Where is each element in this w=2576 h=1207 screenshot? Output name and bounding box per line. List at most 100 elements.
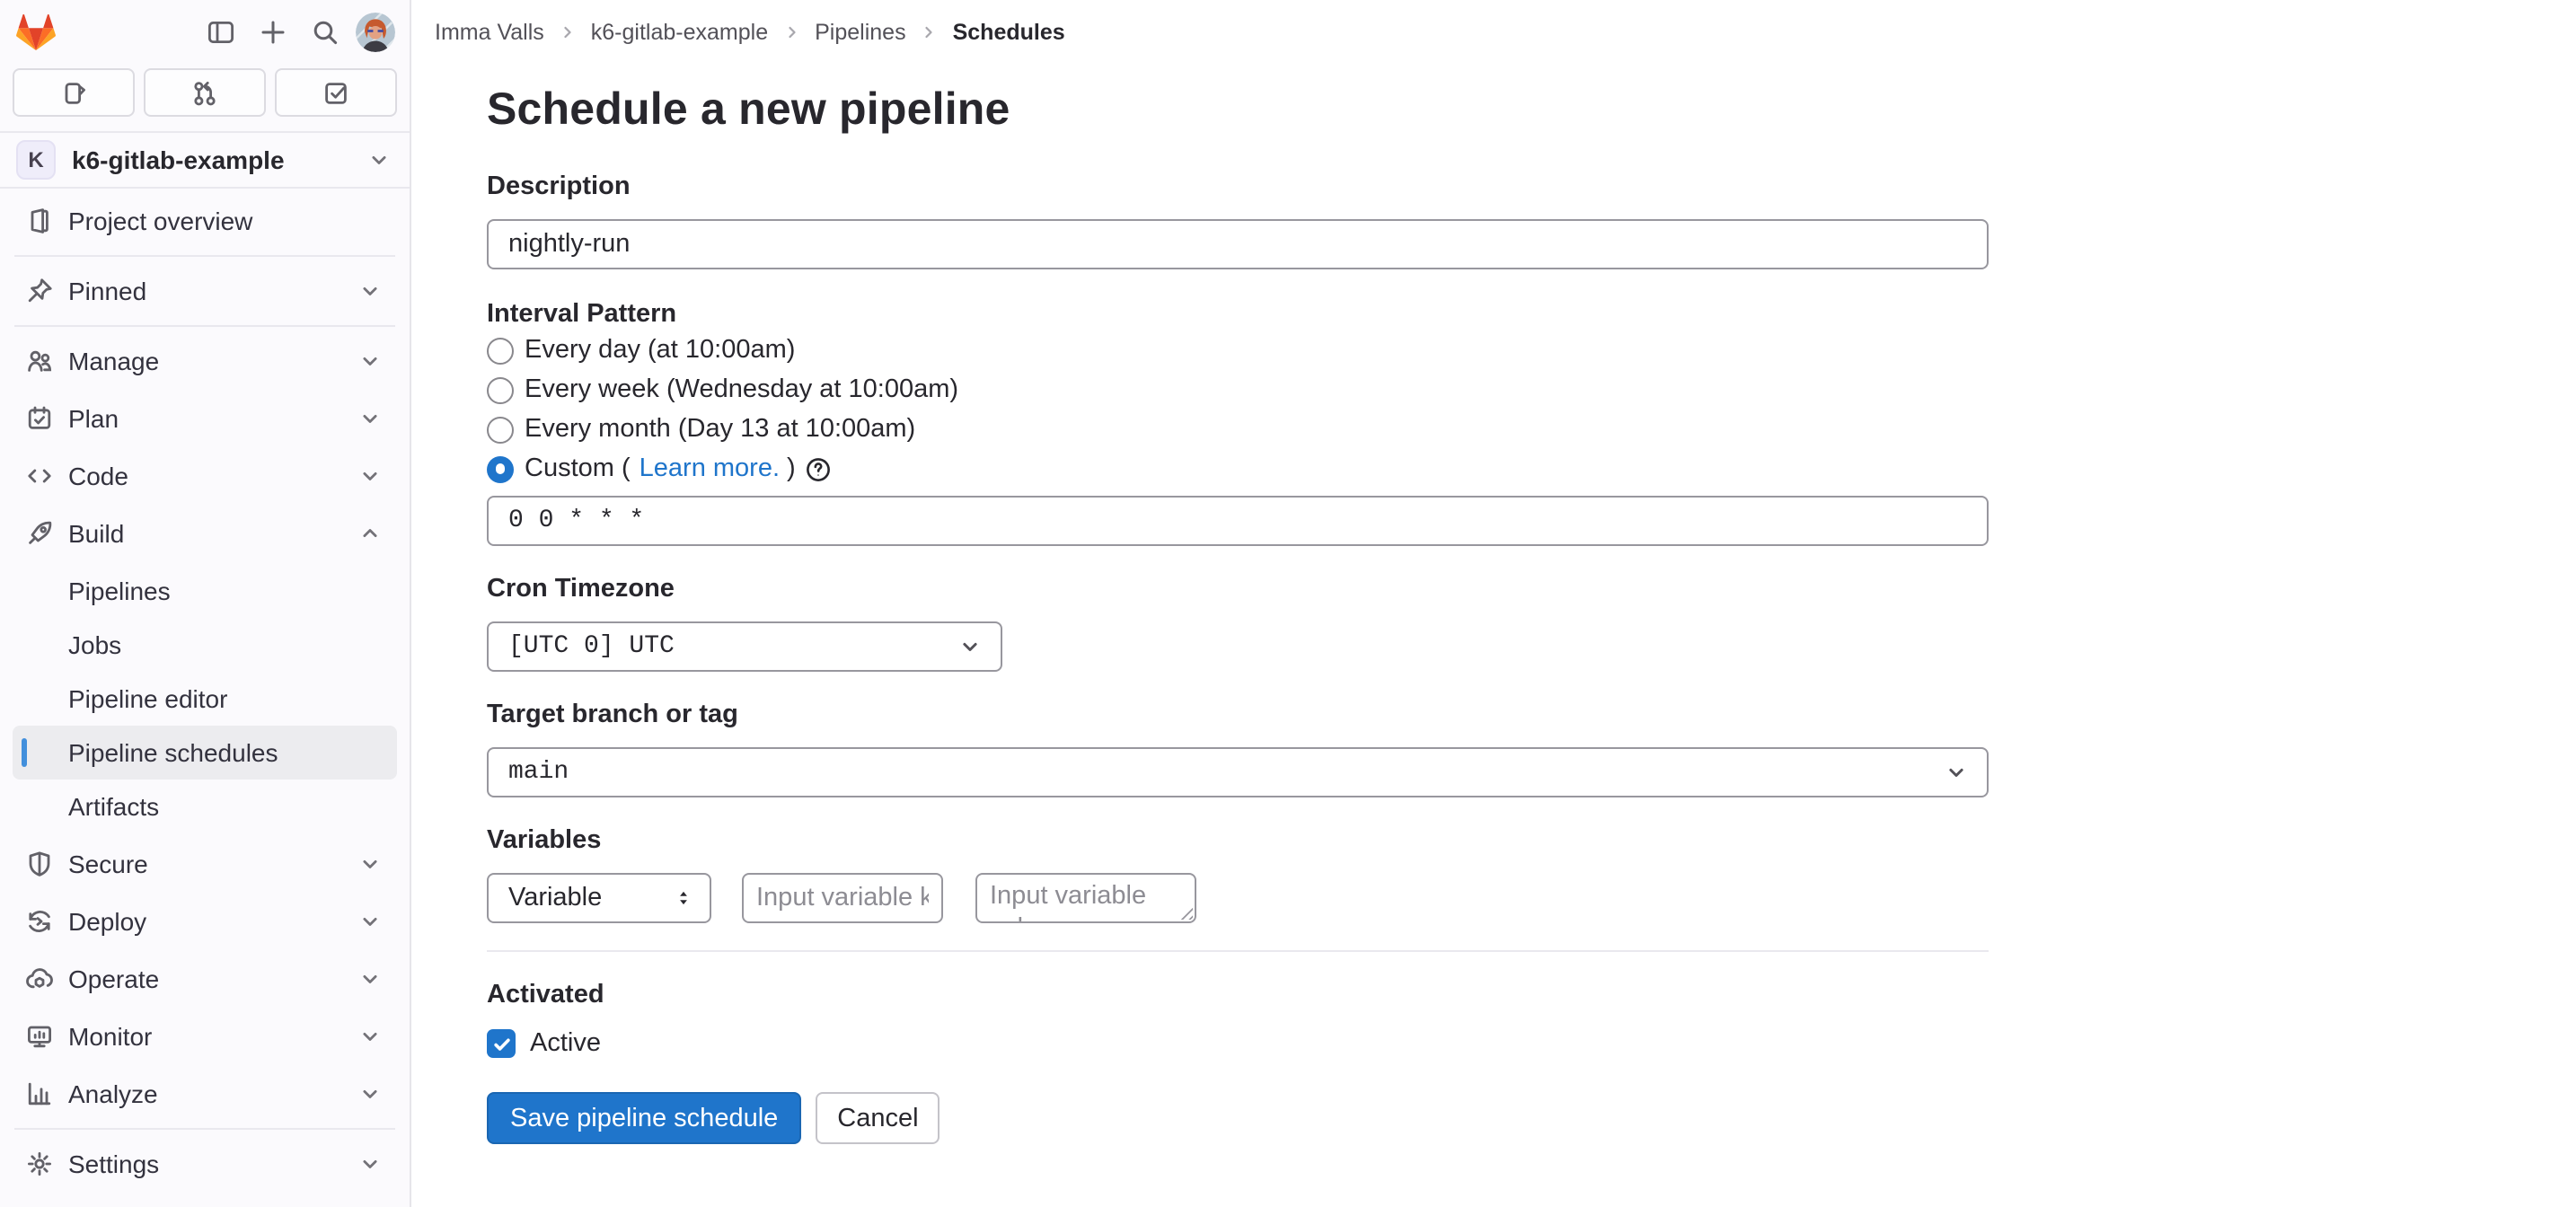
- cron-timezone-dropdown[interactable]: [UTC 0] UTC: [487, 621, 1002, 672]
- project-name: k6-gitlab-example: [72, 145, 285, 174]
- sidebar-item-analyze[interactable]: Analyze: [13, 1065, 397, 1123]
- sidebar-menu: Project overview Pinned: [0, 189, 410, 1193]
- project-context-switcher[interactable]: K k6-gitlab-example: [0, 133, 410, 189]
- description-label: Description: [487, 172, 1989, 203]
- chevron-down-icon: [357, 348, 383, 374]
- plus-icon: [259, 18, 287, 47]
- schedule-form: Schedule a new pipeline Description Inte…: [487, 0, 1989, 1144]
- create-new-button[interactable]: [251, 11, 295, 54]
- radio-every-week[interactable]: [487, 376, 514, 403]
- up-down-icon: [672, 885, 695, 911]
- radio-every-month[interactable]: [487, 416, 514, 443]
- sidebar-item-label: Build: [68, 519, 124, 548]
- rocket-icon: [25, 519, 54, 548]
- build-submenu: Pipelines Jobs Pipeline editor Pipeline …: [13, 564, 397, 833]
- sidebar-item-label: Project overview: [68, 207, 252, 235]
- project-overview-icon: [25, 207, 54, 235]
- cron-pattern-input[interactable]: [487, 496, 1989, 546]
- sidebar-item-label: Settings: [68, 1150, 159, 1178]
- todo-check-icon: [322, 78, 350, 107]
- variables-label: Variables: [487, 826, 1989, 857]
- sidebar-item-label: Pipelines: [68, 577, 171, 605]
- chevron-down-icon: [357, 1024, 383, 1049]
- sidebar-header: [0, 0, 410, 56]
- variable-row: Variable: [487, 873, 1989, 923]
- page-title: Schedule a new pipeline: [487, 81, 1989, 140]
- issues-icon: [59, 78, 88, 107]
- save-pipeline-schedule-button[interactable]: Save pipeline schedule: [487, 1092, 801, 1144]
- variable-key-input[interactable]: [742, 873, 943, 923]
- divider: [14, 325, 395, 327]
- interval-option-monthly: Every month (Day 13 at 10:00am): [487, 410, 1989, 449]
- sidebar-item-pipeline-editor[interactable]: Pipeline editor: [13, 672, 397, 726]
- users-icon: [25, 347, 54, 375]
- sidebar-toggle-button[interactable]: [199, 11, 243, 54]
- sidebar-item-settings[interactable]: Settings: [13, 1135, 397, 1193]
- activated-label: Activated: [487, 981, 1989, 1011]
- sidebar-item-deploy[interactable]: Deploy: [13, 893, 397, 950]
- sidebar-item-monitor[interactable]: Monitor: [13, 1008, 397, 1065]
- sidebar-item-label: Deploy: [68, 907, 146, 936]
- variable-value-input[interactable]: [975, 873, 1196, 923]
- chevron-down-icon: [357, 406, 383, 431]
- pin-icon: [25, 277, 54, 305]
- radio-every-day[interactable]: [487, 337, 514, 364]
- sidebar-item-plan[interactable]: Plan: [13, 390, 397, 447]
- user-avatar[interactable]: [356, 13, 395, 52]
- chevron-down-icon: [357, 1081, 383, 1106]
- sidebar-item-build[interactable]: Build: [13, 505, 397, 562]
- radio-custom[interactable]: [487, 455, 514, 482]
- cancel-button[interactable]: Cancel: [816, 1092, 940, 1144]
- help-question-icon[interactable]: [805, 455, 832, 482]
- sidebar-item-label: Analyze: [68, 1079, 158, 1108]
- chart-icon: [25, 1079, 54, 1108]
- variable-type-select[interactable]: Variable: [487, 873, 711, 923]
- target-branch-value: main: [508, 758, 569, 787]
- radio-label: Every day (at 10:00am): [525, 336, 795, 365]
- interval-option-daily: Every day (at 10:00am): [487, 330, 1989, 370]
- active-checkbox-row: Active: [487, 1029, 1989, 1058]
- sidebar-header-actions: [199, 11, 395, 54]
- sidebar-item-secure[interactable]: Secure: [13, 835, 397, 893]
- sidebar-item-project-overview[interactable]: Project overview: [13, 192, 397, 250]
- variable-type-value: Variable: [508, 884, 602, 912]
- project-avatar: K: [16, 140, 56, 180]
- merge-request-icon: [190, 78, 219, 107]
- main-area: Imma Valls k6-gitlab-example Pipelines S…: [411, 0, 2576, 1207]
- chevron-down-icon: [357, 463, 383, 489]
- search-icon: [311, 18, 340, 47]
- radio-label-close: ): [787, 454, 796, 483]
- sidebar-item-pipelines[interactable]: Pipelines: [13, 564, 397, 618]
- chevron-down-icon: [357, 966, 383, 991]
- merge-requests-shortcut-button[interactable]: [144, 68, 266, 117]
- super-sidebar: K k6-gitlab-example Project overview: [0, 0, 411, 1207]
- variable-value-wrap: [975, 873, 1196, 923]
- sidebar-item-label: Operate: [68, 965, 159, 993]
- learn-more-link[interactable]: Learn more.: [640, 454, 780, 483]
- monitor-icon: [25, 1022, 54, 1051]
- sidebar-item-jobs[interactable]: Jobs: [13, 618, 397, 672]
- issues-shortcut-button[interactable]: [13, 68, 135, 117]
- chevron-up-icon: [357, 521, 383, 546]
- chevron-down-icon: [1944, 760, 1969, 785]
- sidebar-item-operate[interactable]: Operate: [13, 950, 397, 1008]
- chevron-down-icon: [357, 909, 383, 934]
- description-input[interactable]: [487, 219, 1989, 269]
- search-button[interactable]: [304, 11, 347, 54]
- sidebar-item-label: Jobs: [68, 630, 121, 659]
- sidebar-item-code[interactable]: Code: [13, 447, 397, 505]
- sidebar-item-pinned[interactable]: Pinned: [13, 262, 397, 320]
- divider: [14, 1128, 395, 1130]
- shield-icon: [25, 850, 54, 878]
- cron-timezone-label: Cron Timezone: [487, 575, 1989, 605]
- sidebar-shortcuts: [0, 56, 410, 117]
- sidebar-item-artifacts[interactable]: Artifacts: [13, 780, 397, 833]
- active-checkbox[interactable]: [487, 1029, 516, 1058]
- chevron-down-icon: [357, 278, 383, 304]
- sidebar-item-label: Secure: [68, 850, 148, 878]
- target-branch-dropdown[interactable]: main: [487, 747, 1989, 797]
- sidebar-item-label: Pipeline editor: [68, 684, 227, 713]
- todos-shortcut-button[interactable]: [275, 68, 397, 117]
- sidebar-item-pipeline-schedules[interactable]: Pipeline schedules: [13, 726, 397, 780]
- sidebar-item-manage[interactable]: Manage: [13, 332, 397, 390]
